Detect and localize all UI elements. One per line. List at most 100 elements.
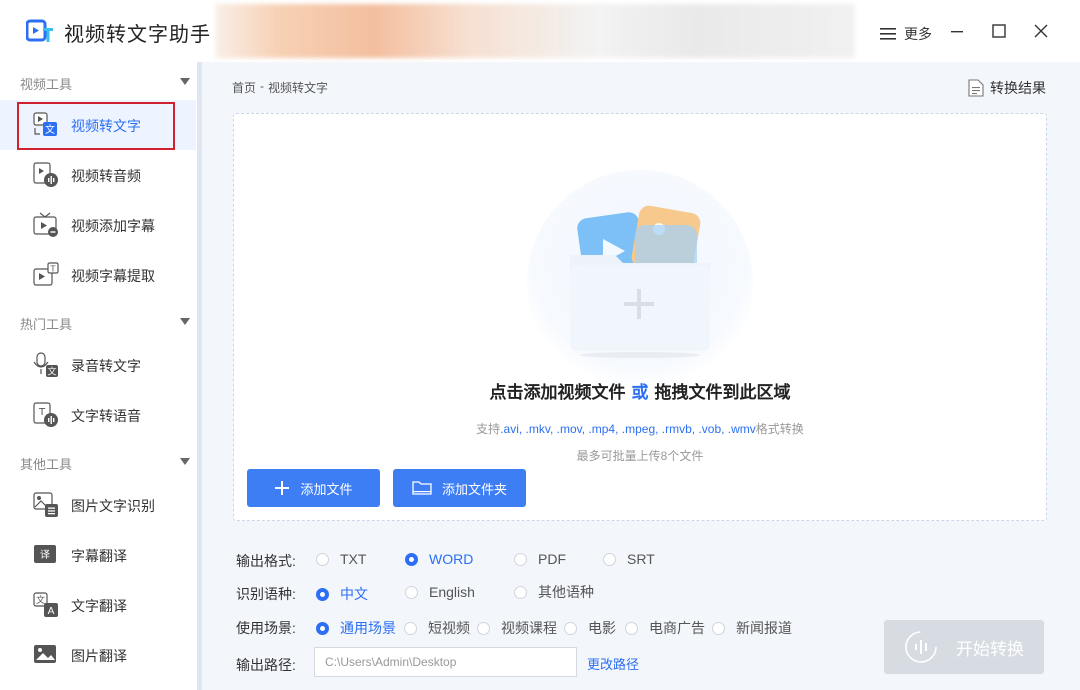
sidebar-item-image-translate[interactable]: 图片翻译 (0, 630, 196, 680)
drop-title-or: 或 (631, 383, 649, 402)
minimize-icon[interactable] (946, 20, 968, 42)
folder-upload-icon (570, 205, 710, 358)
plus-icon (275, 481, 290, 495)
collapse-caret-icon[interactable] (180, 318, 190, 325)
video-to-audio-icon (33, 162, 58, 187)
collapse-caret-icon[interactable] (180, 458, 190, 465)
svg-text:A: A (48, 606, 55, 617)
close-icon[interactable] (1030, 20, 1052, 42)
add-file-label: 添加文件 (300, 481, 353, 497)
radio-label: TXT (340, 551, 367, 567)
radio-dot (514, 552, 527, 566)
group-title-hot-tools: 热门工具 (20, 317, 73, 332)
hamburger-icon (880, 28, 896, 40)
group-title-other-tools: 其他工具 (20, 457, 73, 472)
radio-dot (564, 621, 577, 635)
radio-label: 其他语种 (538, 584, 594, 600)
result-link-label: 转换结果 (990, 80, 1046, 96)
sidebar-item-image-ocr[interactable]: 图片文字识别 (0, 480, 196, 530)
drop-title-part2: 拖拽文件到此区域 (654, 383, 791, 402)
format-radio-txt[interactable]: TXT (316, 551, 366, 567)
radio-label: PDF (538, 551, 566, 567)
svg-text:T: T (50, 265, 56, 274)
subtitle-extract-icon: T (33, 262, 59, 286)
sidebar-item-subtitle-translate[interactable]: 译 字幕翻译 (0, 530, 196, 580)
start-conversion-button[interactable]: 开始转换 (884, 620, 1044, 674)
output-path-label: 输出路径: (236, 657, 296, 673)
sidebar-item-subtitle-extract[interactable]: T 视频字幕提取 (0, 250, 196, 300)
text-to-speech-icon: T (33, 402, 58, 427)
radio-label: 电商广告 (649, 620, 705, 636)
sidebar-item-label: 视频字幕提取 (71, 268, 155, 284)
radio-dot (405, 552, 418, 566)
microphone-icon: 文 (33, 352, 58, 378)
upload-limit-text: 最多可批量上传8个文件 (576, 449, 704, 463)
document-icon (968, 79, 984, 97)
more-menu-button[interactable]: 更多 (880, 24, 932, 44)
collapse-caret-icon[interactable] (180, 78, 190, 85)
radio-label: 视频课程 (501, 620, 557, 636)
group-title-video-tools: 视频工具 (20, 77, 73, 92)
format-radio-word[interactable]: WORD (405, 551, 473, 567)
start-conversion-label: 开始转换 (956, 639, 1024, 659)
radio-label: 新闻报道 (736, 620, 792, 636)
conversion-result-button[interactable]: 转换结果 (968, 78, 1046, 98)
add-file-button[interactable]: 添加文件 (247, 469, 380, 507)
sidebar-item-add-subtitles[interactable]: 视频添加字幕 (0, 200, 196, 250)
title-bar: 视频转文字助手 更多 (0, 0, 1080, 62)
sidebar-item-label: 文字翻译 (71, 598, 127, 614)
scene-radio-news[interactable]: 新闻报道 (712, 618, 792, 638)
scene-radio-movie[interactable]: 电影 (564, 618, 616, 638)
output-path-input[interactable] (314, 647, 577, 677)
add-folder-button[interactable]: 添加文件夹 (393, 469, 526, 507)
image-translate-icon (34, 645, 56, 663)
scene-radio-short-video[interactable]: 短视频 (404, 618, 470, 638)
radio-dot (603, 552, 616, 566)
sidebar-item-label: 视频添加字幕 (71, 218, 155, 234)
radio-dot (316, 621, 329, 635)
scene-label: 使用场景: (236, 620, 296, 636)
breadcrumb: 首页 - 视频转文字 (232, 79, 328, 96)
breadcrumb-home[interactable]: 首页 (232, 79, 256, 96)
format-radio-srt[interactable]: SRT (603, 551, 655, 567)
language-radio-chinese[interactable]: 中文 (316, 584, 368, 604)
radio-label: 中文 (340, 586, 368, 602)
app-logo-icon (26, 19, 53, 42)
svg-text:文: 文 (36, 594, 45, 606)
svg-text:译: 译 (40, 549, 50, 561)
scene-radio-ecommerce-ad[interactable]: 电商广告 (625, 618, 705, 638)
format-radio-pdf[interactable]: PDF (514, 551, 566, 567)
add-folder-label: 添加文件夹 (441, 481, 507, 497)
drop-title-part1: 点击添加视频文件 (489, 383, 626, 402)
supported-formats-text: 支持.avi, .mkv, .mov, .mp4, .mpeg, .rmvb, … (233, 420, 1047, 437)
sidebar-item-label: 文字转语音 (71, 408, 141, 424)
maximize-icon[interactable] (988, 20, 1010, 42)
subtitle-translate-icon: 译 (34, 545, 56, 563)
radio-dot (514, 585, 527, 599)
radio-label: SRT (627, 551, 655, 567)
output-format-label: 输出格式: (236, 553, 296, 569)
svg-text:T: T (38, 407, 46, 418)
radio-dot (712, 621, 725, 635)
breadcrumb-current: 视频转文字 (268, 81, 329, 95)
sidebar-item-label: 视频转音频 (71, 168, 141, 184)
tv-subtitle-icon (33, 212, 58, 237)
radio-dot (404, 621, 417, 635)
ad-banner[interactable] (215, 4, 855, 58)
support-prefix: 支持 (476, 422, 501, 436)
sidebar-item-label: 图片翻译 (71, 648, 127, 664)
language-radio-english[interactable]: English (405, 584, 475, 600)
scene-radio-course[interactable]: 视频课程 (477, 618, 557, 638)
app-title: 视频转文字助手 (64, 24, 211, 46)
change-path-link[interactable]: 更改路径 (587, 654, 639, 673)
svg-text:文: 文 (47, 366, 56, 378)
radio-label: 电影 (588, 620, 616, 636)
sidebar-item-label: 录音转文字 (71, 358, 141, 374)
scene-radio-general[interactable]: 通用场景 (316, 618, 396, 638)
sidebar-item-video-to-audio[interactable]: 视频转音频 (0, 150, 196, 200)
sidebar-item-audio-to-text[interactable]: 文 录音转文字 (0, 340, 196, 390)
sidebar-item-text-to-speech[interactable]: T 文字转语音 (0, 390, 196, 440)
language-radio-other[interactable]: 其他语种 (514, 582, 594, 602)
image-text-icon (33, 492, 58, 517)
sidebar-item-text-translate[interactable]: 文 A 文字翻译 (0, 580, 196, 630)
